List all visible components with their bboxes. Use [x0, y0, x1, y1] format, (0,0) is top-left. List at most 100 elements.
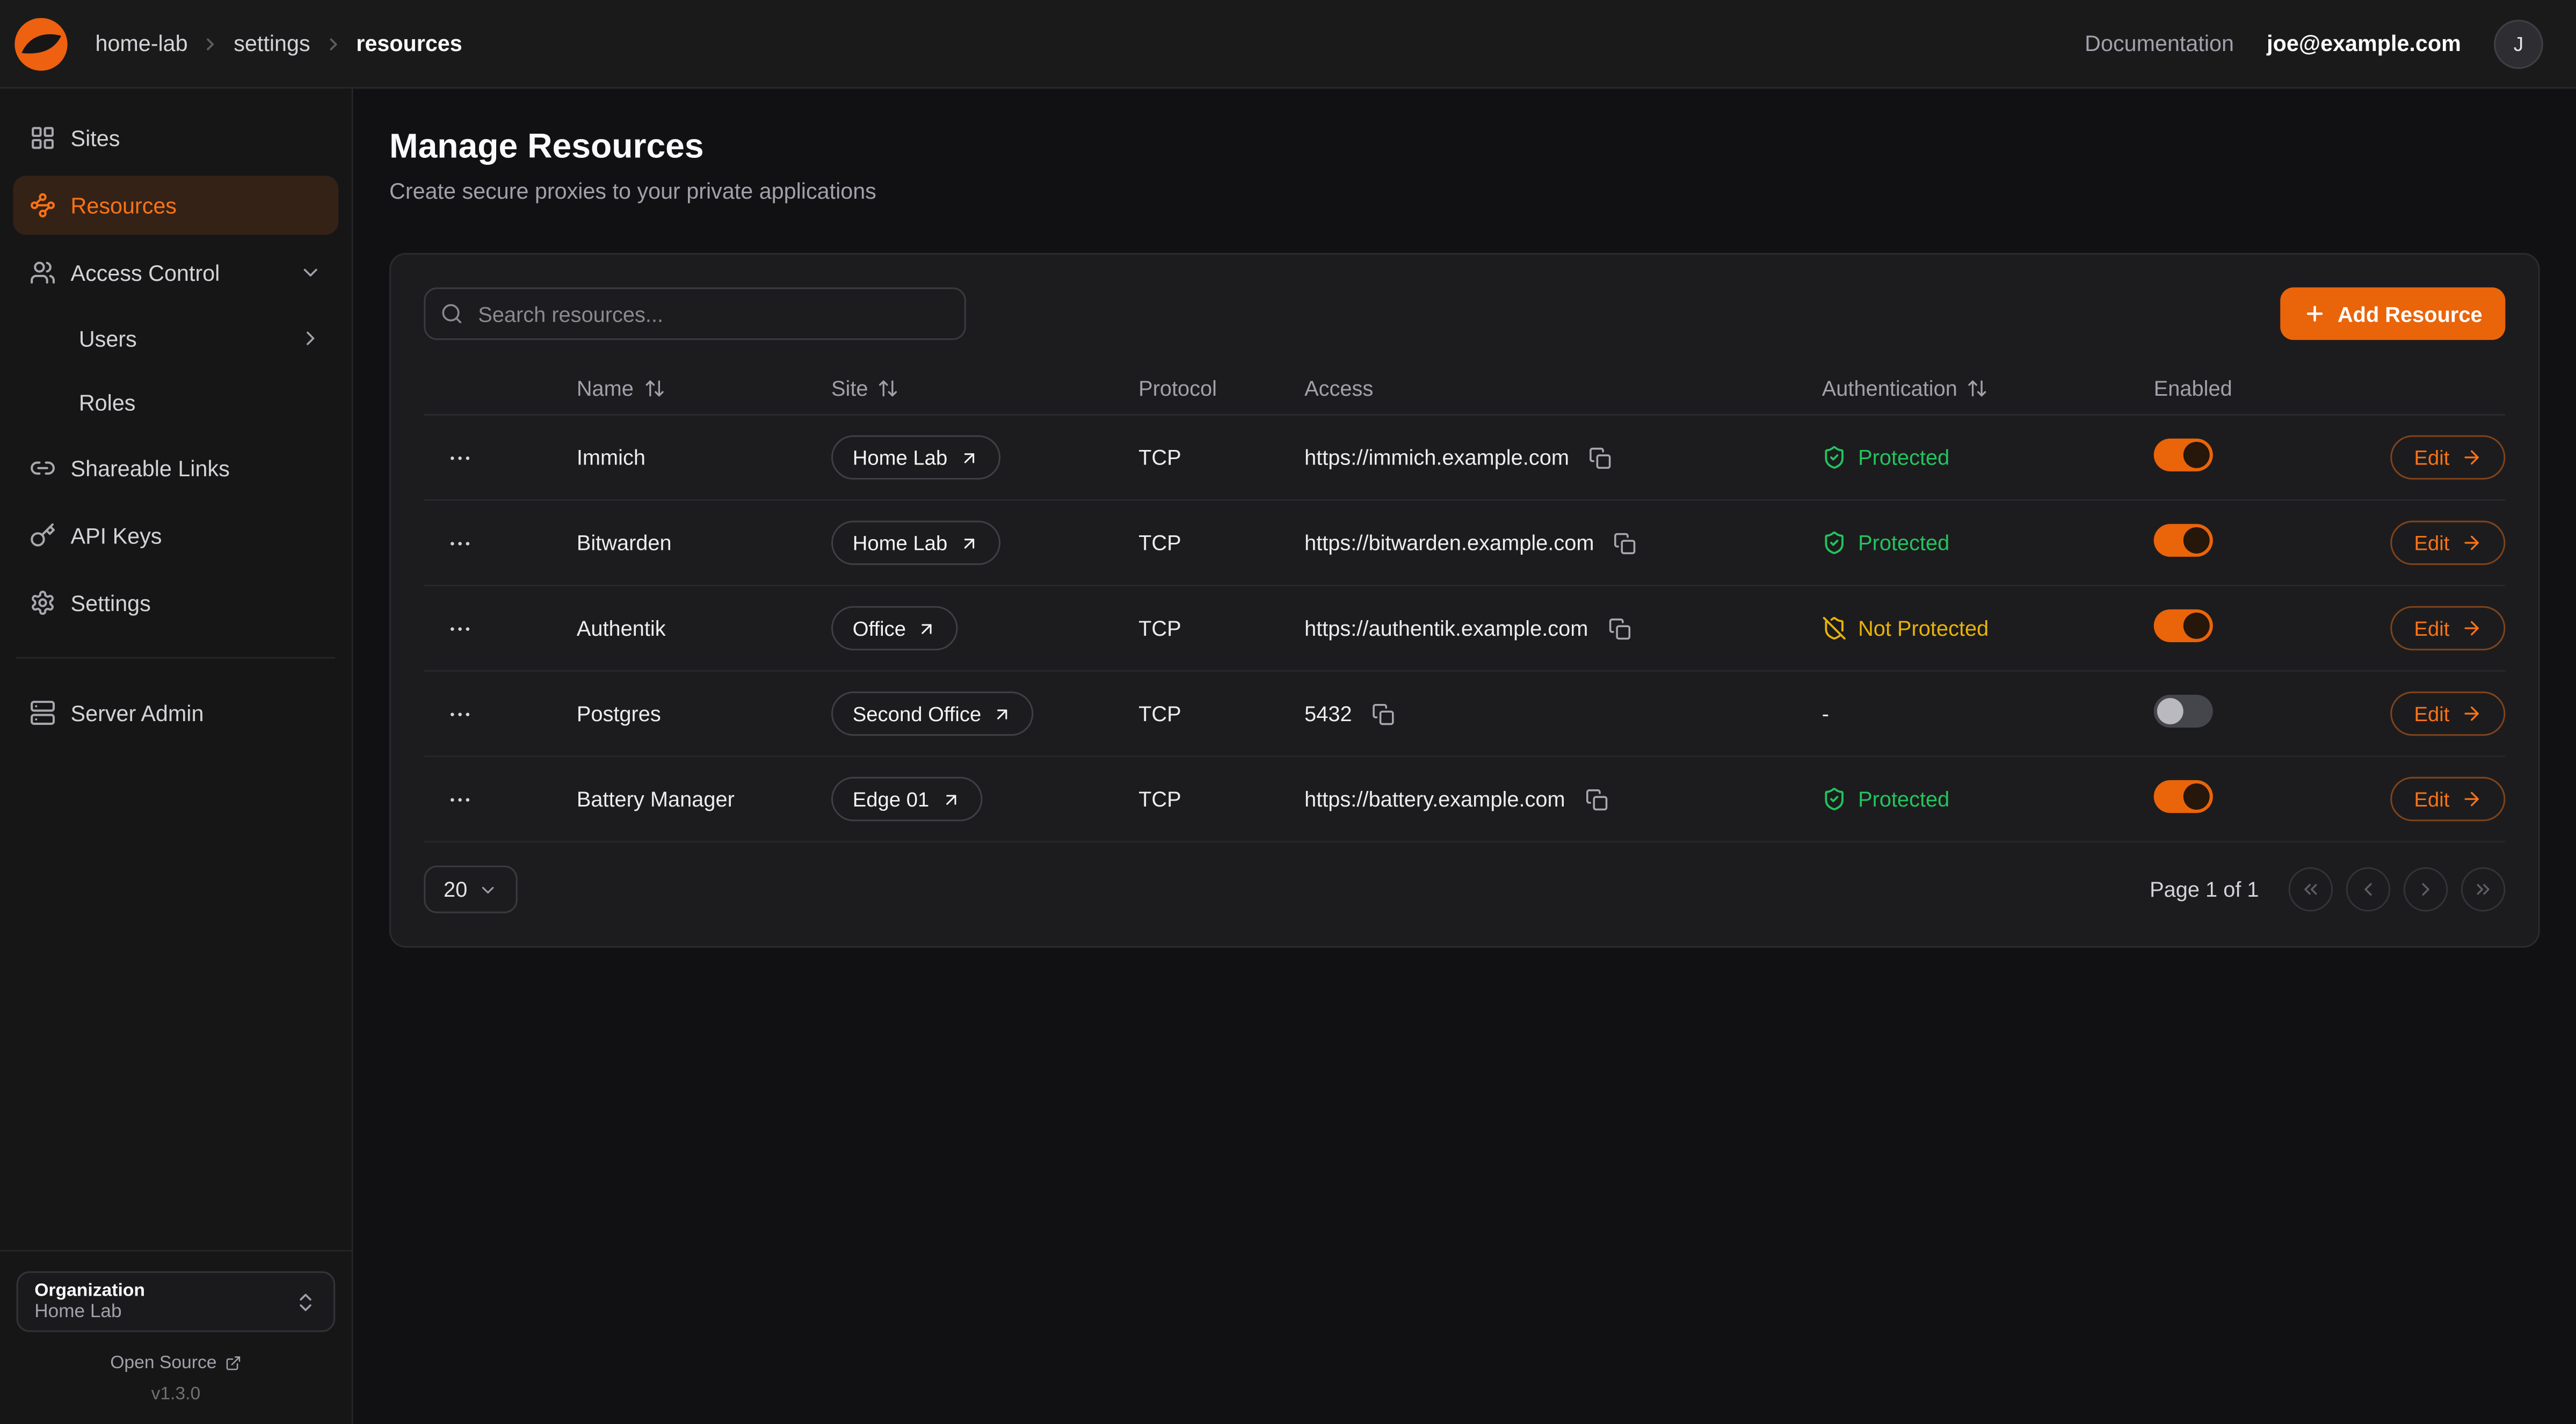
authentication-cell: Protected [1822, 531, 2154, 555]
edit-button[interactable]: Edit [2391, 521, 2506, 565]
authentication-cell: Protected [1822, 445, 2154, 470]
row-menu-button[interactable] [440, 438, 480, 477]
avatar[interactable]: J [2494, 19, 2543, 68]
enabled-cell [2154, 780, 2376, 818]
topbar-left: home-lab settings resources [13, 16, 462, 71]
search-input[interactable] [424, 287, 966, 340]
breadcrumb-settings[interactable]: settings [234, 31, 310, 56]
next-page-button[interactable] [2404, 867, 2448, 912]
site-link-button[interactable]: Office [831, 606, 959, 651]
row-menu-button[interactable] [440, 779, 480, 818]
enabled-toggle[interactable] [2154, 695, 2213, 728]
enabled-toggle[interactable] [2154, 780, 2213, 813]
authentication-cell: Not Protected [1822, 616, 2154, 641]
sidebar-item-label: Access Control [71, 260, 220, 285]
edit-cell: Edit [2376, 606, 2506, 651]
toggle-knob [2183, 613, 2210, 639]
arrow-up-right-icon [941, 789, 961, 809]
enabled-cell [2154, 439, 2376, 476]
authentication-status: Protected [1858, 787, 1949, 811]
plus-icon [2303, 302, 2326, 325]
resource-name: Bitwarden [577, 531, 672, 555]
edit-button[interactable]: Edit [2391, 435, 2506, 480]
previous-page-button[interactable] [2346, 867, 2391, 912]
site-link-button[interactable]: Second Office [831, 692, 1034, 736]
open-source-link[interactable]: Open Source [17, 1353, 336, 1373]
copy-button[interactable] [1586, 442, 1615, 472]
arrow-up-right-icon [993, 704, 1013, 724]
sidebar-item-access-control[interactable]: Access Control [13, 243, 338, 302]
page-size-select[interactable]: 20 [424, 866, 518, 913]
ellipsis-icon [447, 529, 473, 556]
enabled-toggle[interactable] [2154, 439, 2213, 471]
breadcrumb-org[interactable]: home-lab [95, 31, 187, 56]
sidebar-item-resources[interactable]: Resources [13, 176, 338, 235]
copy-button[interactable] [1581, 784, 1611, 814]
edit-button[interactable]: Edit [2391, 777, 2506, 822]
table-row: Postgres Second Office TCP 5432 - [424, 672, 2505, 757]
column-site[interactable]: Site [831, 376, 1138, 401]
arrow-right-icon [2461, 617, 2483, 639]
first-page-button[interactable] [2289, 867, 2333, 912]
copy-button[interactable] [1605, 613, 1634, 643]
copy-icon [1608, 617, 1631, 640]
chevron-right-icon [299, 327, 322, 350]
last-page-button[interactable] [2461, 867, 2506, 912]
app-version: v1.3.0 [17, 1385, 336, 1405]
chevron-right-icon [2415, 878, 2436, 900]
page-subtitle: Create secure proxies to your private ap… [389, 179, 2540, 204]
authentication-status: Protected [1858, 531, 1949, 555]
add-resource-button[interactable]: Add Resource [2280, 287, 2506, 340]
site-link-button[interactable]: Home Lab [831, 435, 1000, 480]
protocol-cell: TCP [1138, 616, 1304, 641]
organization-selector[interactable]: Organization Home Lab [17, 1272, 336, 1332]
sidebar-item-users[interactable]: Users [13, 310, 338, 366]
row-menu-button[interactable] [440, 694, 480, 733]
sidebar-item-label: Server Admin [71, 701, 204, 725]
enabled-toggle[interactable] [2154, 609, 2213, 642]
sidebar-item-settings[interactable]: Settings [13, 573, 338, 633]
breadcrumb: home-lab settings resources [95, 31, 462, 56]
copy-button[interactable] [1610, 528, 1640, 557]
enabled-toggle[interactable] [2154, 524, 2213, 557]
sidebar-item-roles[interactable]: Roles [13, 374, 338, 430]
pangolin-logo-icon[interactable] [13, 16, 69, 71]
copy-button[interactable] [1368, 699, 1398, 729]
copy-icon [1589, 446, 1612, 469]
row-menu-button[interactable] [440, 608, 480, 648]
protocol-value: TCP [1138, 787, 1181, 811]
column-name[interactable]: Name [577, 376, 831, 401]
column-label: Site [831, 376, 868, 401]
edit-label: Edit [2414, 617, 2449, 640]
row-menu-button[interactable] [440, 523, 480, 562]
edit-button[interactable]: Edit [2391, 606, 2506, 651]
column-protocol: Protocol [1138, 376, 1304, 401]
resources-card: Add Resource Name Site Protocol [389, 253, 2540, 948]
card-toolbar: Add Resource [424, 287, 2505, 340]
authentication-status: Protected [1858, 445, 1949, 470]
documentation-link[interactable]: Documentation [2085, 31, 2234, 56]
enabled-cell [2154, 609, 2376, 647]
arrow-up-right-icon [959, 533, 979, 553]
toggle-knob [2183, 527, 2210, 554]
site-cell: Home Lab [831, 435, 1138, 480]
sidebar-item-server-admin[interactable]: Server Admin [13, 683, 338, 742]
sidebar-item-sites[interactable]: Sites [13, 108, 338, 168]
sidebar-item-shareable-links[interactable]: Shareable Links [13, 439, 338, 498]
copy-icon [1585, 788, 1608, 811]
sidebar-nav: Sites Resources Access Control Users Rol… [0, 89, 352, 762]
breadcrumb-current[interactable]: resources [356, 31, 462, 56]
authentication-status: - [1822, 701, 1829, 726]
sidebar-item-api-keys[interactable]: API Keys [13, 506, 338, 565]
table-row: Bitwarden Home Lab TCP https://bitwarden… [424, 501, 2505, 586]
sort-icon [643, 378, 665, 399]
edit-button[interactable]: Edit [2391, 692, 2506, 736]
edit-cell: Edit [2376, 435, 2506, 480]
protocol-cell: TCP [1138, 787, 1304, 811]
copy-icon [1372, 702, 1395, 725]
row-menu-cell [424, 438, 577, 477]
organization-label: Organization [34, 1281, 145, 1301]
site-link-button[interactable]: Home Lab [831, 521, 1000, 565]
column-authentication[interactable]: Authentication [1822, 376, 2154, 401]
site-link-button[interactable]: Edge 01 [831, 777, 982, 822]
